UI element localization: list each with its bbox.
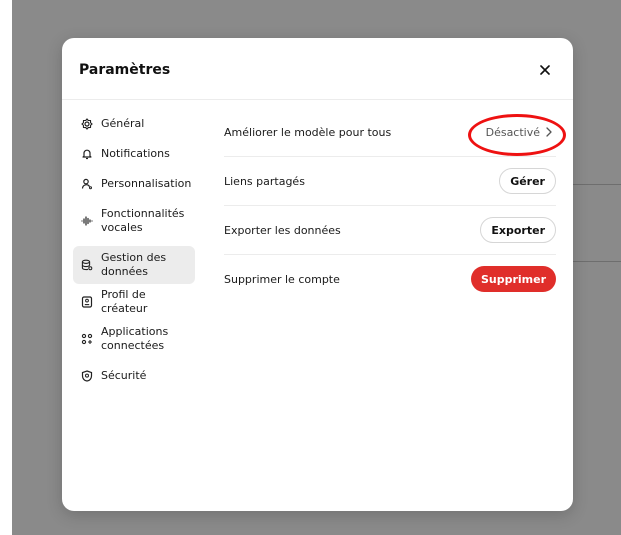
sidebar-item-label: Profil de créateur <box>101 288 148 315</box>
improve-model-select[interactable]: Désactivé <box>467 113 566 156</box>
sidebar-item-label: Applications connectées <box>101 325 169 352</box>
setting-row-export-data: Exporter les données Exporter <box>224 205 556 254</box>
close-button[interactable] <box>533 58 557 82</box>
setting-row-delete-account: Supprimer le compte Supprimer <box>224 254 556 303</box>
shield-icon <box>79 368 95 384</box>
setting-row-shared-links: Liens partagés Gérer <box>224 156 556 205</box>
manage-shared-links-button[interactable]: Gérer <box>499 168 556 194</box>
sidebar-item-label: Sécurité <box>101 369 147 382</box>
bell-icon <box>79 146 95 162</box>
waveform-icon <box>79 213 95 229</box>
settings-sidebar: Général Notifications Personnalisation F… <box>73 112 195 394</box>
setting-label: Améliorer le modèle pour tous <box>224 125 392 139</box>
select-value: Désactivé <box>485 125 540 139</box>
sidebar-item-label: Personnalisation <box>101 177 192 190</box>
sidebar-item-data-controls[interactable]: Gestion des données <box>73 246 195 284</box>
person-icon <box>79 176 95 192</box>
delete-account-button[interactable]: Supprimer <box>470 266 556 292</box>
setting-label: Supprimer le compte <box>224 272 340 286</box>
sidebar-item-label: Gestion des données <box>101 251 167 278</box>
sidebar-item-voice-features[interactable]: Fonctionnalités vocales <box>73 202 195 240</box>
sidebar-item-creator-profile[interactable]: Profil de créateur <box>73 288 195 315</box>
sidebar-item-notifications[interactable]: Notifications <box>73 142 195 166</box>
sidebar-item-label: Général <box>101 117 145 130</box>
close-icon <box>540 65 550 75</box>
export-data-button[interactable]: Exporter <box>480 217 556 243</box>
setting-label: Liens partagés <box>224 174 305 188</box>
background-divider <box>573 261 621 262</box>
setting-row-improve-model: Améliorer le modèle pour tous Désactivé <box>224 108 566 156</box>
apps-grid-icon <box>79 331 95 347</box>
gear-icon <box>79 116 95 132</box>
sidebar-item-personalisation[interactable]: Personnalisation <box>73 172 195 196</box>
sidebar-item-security[interactable]: Sécurité <box>73 364 195 388</box>
settings-dialog: Paramètres Général Notifications Personn… <box>62 38 573 511</box>
sidebar-item-label: Notifications <box>101 147 170 160</box>
sidebar-item-label: Fonctionnalités vocales <box>101 207 185 234</box>
chevron-right-icon <box>546 127 552 137</box>
header-divider <box>62 99 573 100</box>
database-icon <box>79 257 95 273</box>
profile-card-icon <box>79 294 95 310</box>
sidebar-item-general[interactable]: Général <box>73 112 195 136</box>
background-divider <box>573 184 621 185</box>
sidebar-item-connected-apps[interactable]: Applications connectées <box>73 320 195 358</box>
setting-label: Exporter les données <box>224 223 341 237</box>
settings-content: Améliorer le modèle pour tous Désactivé … <box>224 108 566 303</box>
dialog-title: Paramètres <box>79 62 171 78</box>
